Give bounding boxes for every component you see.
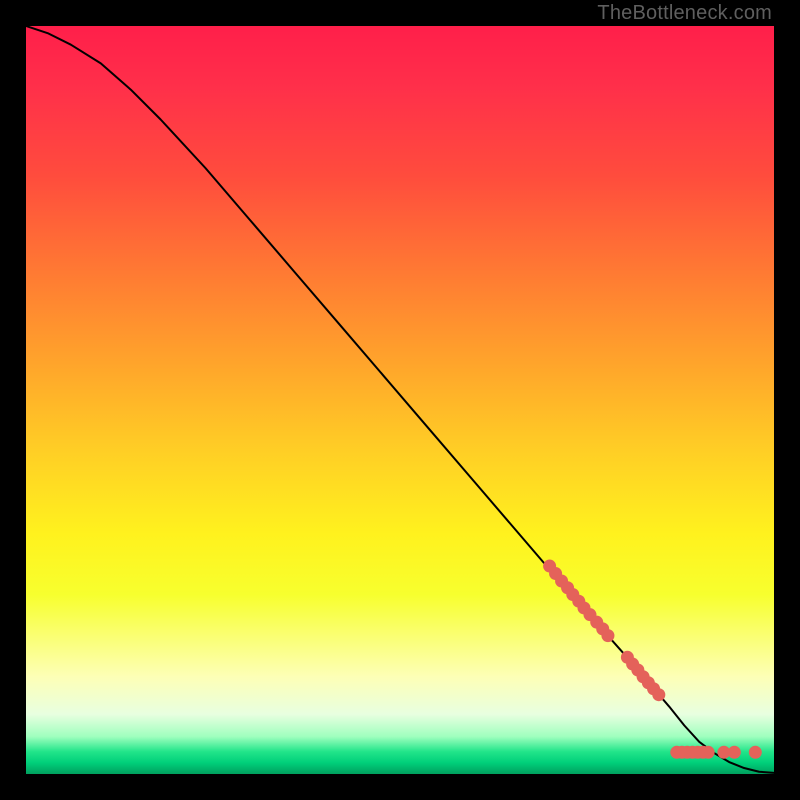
watermark-text: TheBottleneck.com bbox=[597, 2, 772, 25]
chart-frame: TheBottleneck.com bbox=[0, 0, 800, 800]
plot-area bbox=[26, 26, 774, 774]
